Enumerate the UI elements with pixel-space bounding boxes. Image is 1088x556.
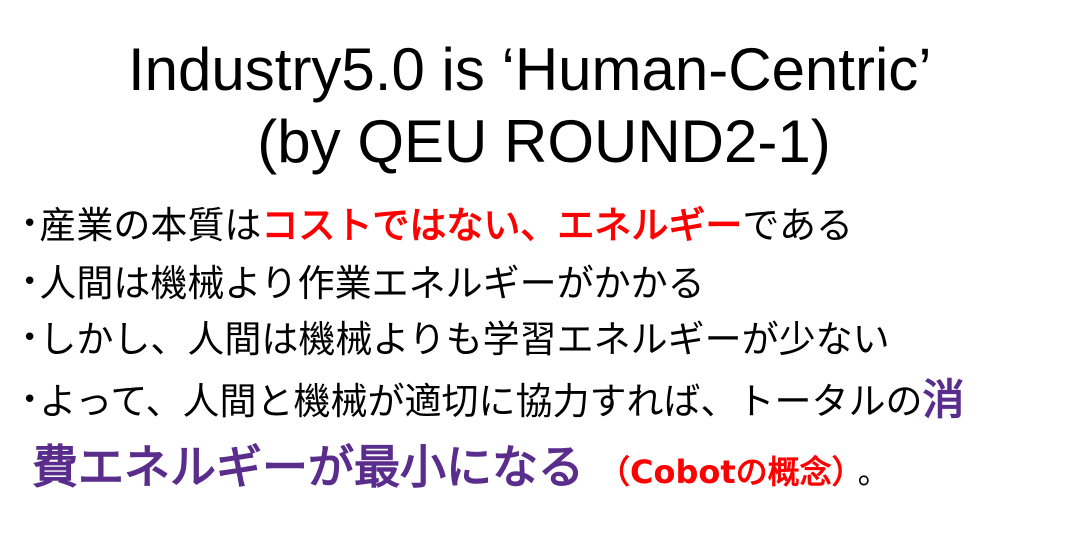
bullet-marker: • xyxy=(22,323,38,353)
bullet-1-post: である xyxy=(742,204,853,247)
slide-title-line2: (by QEU ROUND2-1) xyxy=(257,108,831,175)
bullet-marker: • xyxy=(22,267,38,297)
slide-title-line1: Industry5.0 is ‘Human-Centric’ xyxy=(128,36,932,103)
bullet-4-highlight-rest: 費エネルギーが最小になる xyxy=(32,440,584,494)
bullet-2-text: 人間は機械より作業エネルギーがかかる xyxy=(39,262,705,305)
bullet-4-pre: よって、人間と機械が適切に協力すれば、トータルの xyxy=(39,380,923,423)
bullet-1-pre: 産業の本質は xyxy=(39,204,262,247)
bullet-item-1: •産業の本質はコストではない、エネルギーである xyxy=(22,196,853,254)
bullet-3-text: しかし、人間は機械よりも学習エネルギーが少ない xyxy=(39,318,890,361)
bullet-4-note: （Cobotの概念） xyxy=(598,453,848,491)
bullet-4-period: 。 xyxy=(857,453,890,491)
bullet-item-3: •しかし、人間は機械よりも学習エネルギーが少ない xyxy=(22,310,890,368)
bullet-marker: • xyxy=(22,209,38,239)
bullet-item-2: •人間は機械より作業エネルギーがかかる xyxy=(22,254,705,312)
bullet-item-4-continuation: 費エネルギーが最小になる （Cobotの概念）。 xyxy=(32,432,890,513)
bullet-marker: • xyxy=(22,385,38,415)
bullet-1-highlight: コストではない、エネルギー xyxy=(261,204,743,247)
bullet-item-4: •よって、人間と機械が適切に協力すれば、トータルの消 xyxy=(22,372,965,430)
bullet-4-highlight-start: 消 xyxy=(922,375,965,424)
